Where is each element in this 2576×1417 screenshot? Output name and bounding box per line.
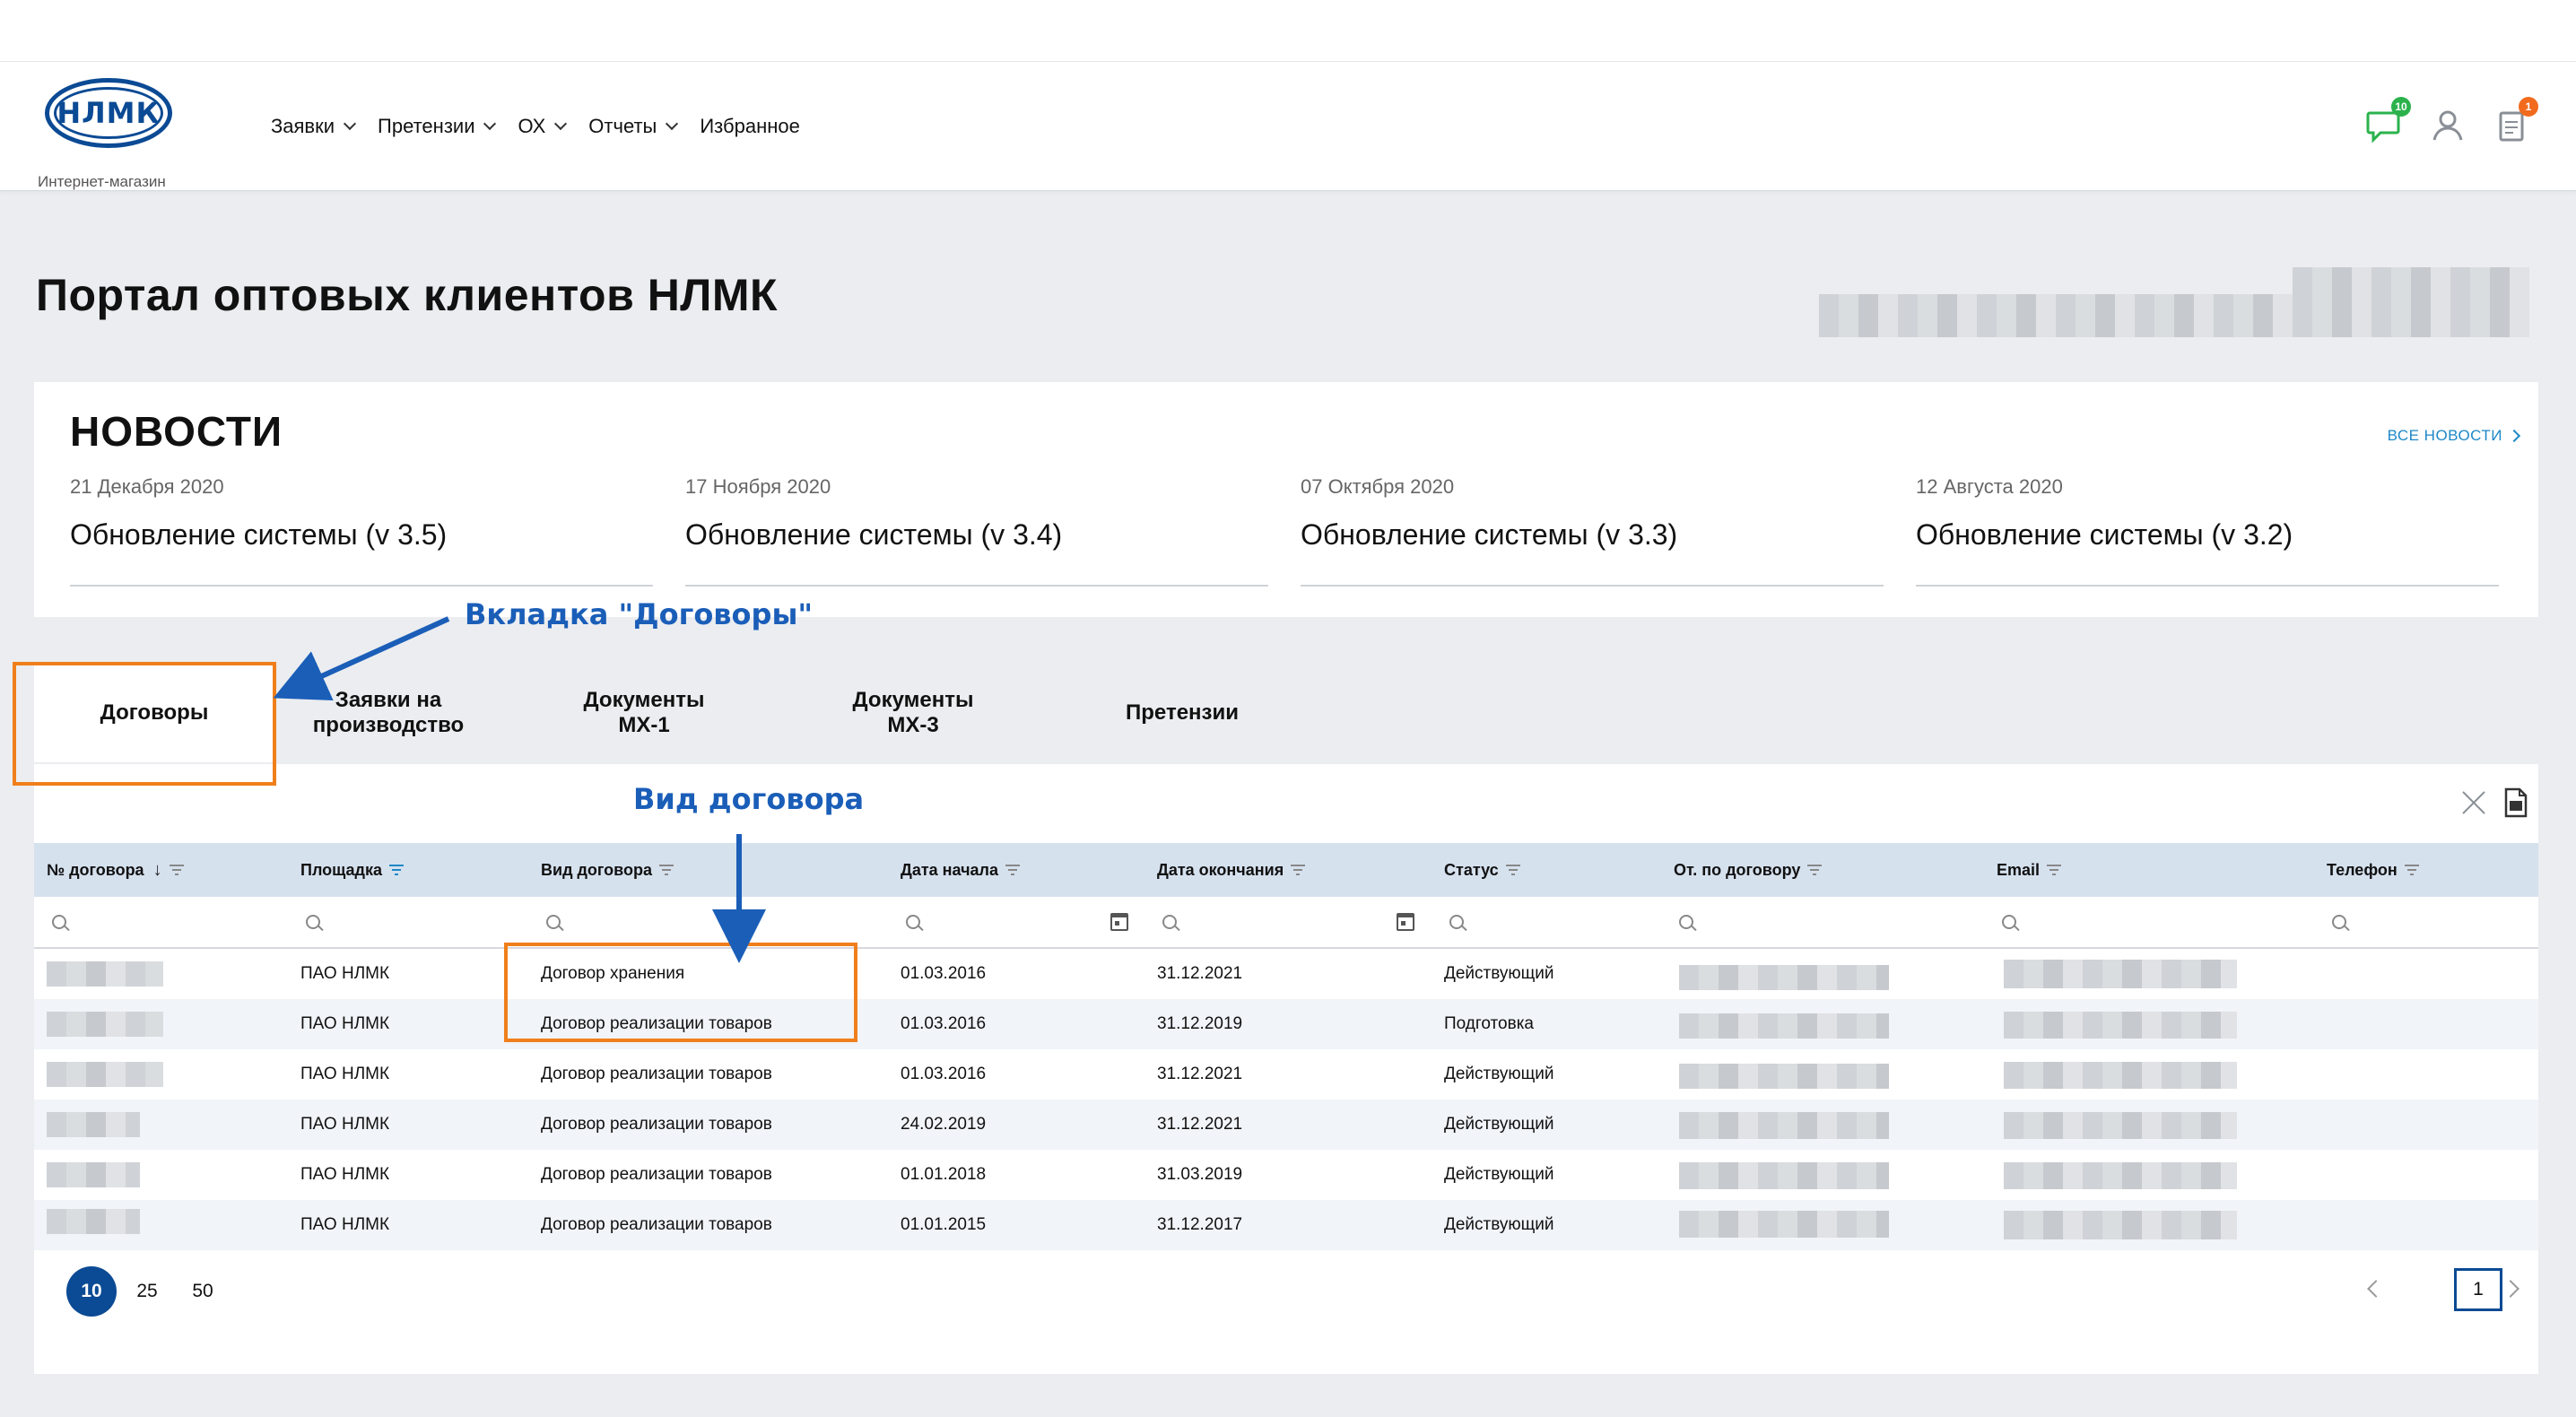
arrow-to-contracts-tab xyxy=(273,616,450,700)
annotation-arrows xyxy=(273,616,766,963)
